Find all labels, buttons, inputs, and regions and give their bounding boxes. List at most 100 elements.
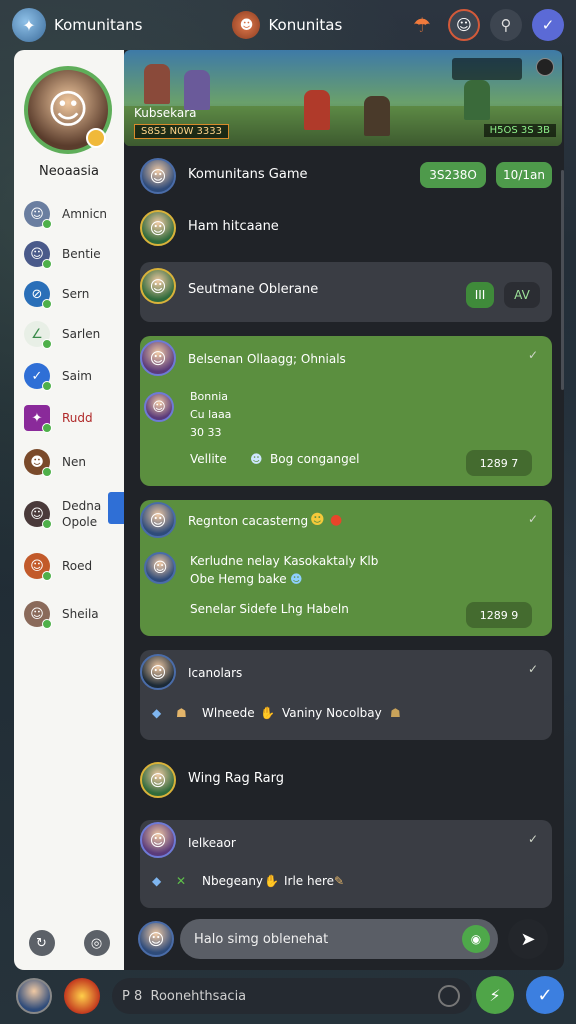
- sidebar-item-roed[interactable]: ☺ Roed: [24, 548, 120, 584]
- mushroom-icon[interactable]: ☂: [406, 9, 438, 41]
- profile-name: Neoaasia: [39, 164, 99, 179]
- avatar: ☺: [138, 921, 174, 957]
- sword-icon: ✕: [176, 874, 187, 888]
- sidebar-item-sheila[interactable]: ☺ Sheila: [24, 596, 120, 632]
- target-icon[interactable]: [438, 985, 460, 1007]
- sidebar-item-nen[interactable]: ☻ Nen: [24, 444, 120, 480]
- chevron-down-icon[interactable]: ✓: [528, 832, 538, 846]
- community-banner[interactable]: Kubsekara S8S3 N0W 3333 H5OS 3S 3B: [124, 50, 562, 146]
- message-card[interactable]: ☺ Ielkeaor ✓ ◆ ✕ Nbegeany ✋ Irle here ✎: [140, 820, 552, 908]
- banner-menu-icon[interactable]: [536, 58, 554, 76]
- avatar: ☺: [140, 158, 176, 194]
- avatar-icon: ☺: [24, 601, 52, 629]
- sidebar-item-sern[interactable]: ⊘ Sern: [24, 276, 120, 312]
- sidebar-item-label: Nen: [62, 455, 86, 469]
- sidebar-footer: ↻ ◎: [14, 916, 124, 970]
- avatar-icon: ☺: [24, 241, 52, 269]
- pause-pill[interactable]: III: [466, 282, 494, 308]
- bolt-button[interactable]: ⚡: [476, 976, 514, 1014]
- chat-icon[interactable]: ◎: [83, 930, 110, 956]
- message-title: Ielkeaor: [188, 836, 236, 850]
- top-bar: ✦ Komunitans ☻ Konunitas ☂ ☺ ⚲ ✓: [0, 0, 576, 50]
- shield-icon: ◆: [152, 874, 162, 888]
- sidebar-item-dedna[interactable]: ☺ Dedna Opole: [24, 490, 120, 538]
- online-pill[interactable]: 10/1an: [496, 162, 552, 188]
- list-item-title: Ham hitcaane: [188, 219, 279, 234]
- avatar: ☺: [140, 502, 176, 538]
- emoji-icon: ☻: [310, 512, 325, 528]
- app-logo-icon[interactable]: ✦: [12, 8, 46, 42]
- message-title: Belsenan Ollaagg; Ohnials: [188, 352, 346, 366]
- chevron-down-icon[interactable]: ✓: [528, 662, 538, 676]
- scrollbar[interactable]: [561, 170, 564, 390]
- community-logo-icon[interactable]: ☻: [232, 11, 261, 39]
- sidebar-item-label: Dedna Opole: [62, 499, 102, 529]
- banner-character: [184, 70, 210, 110]
- bottom-search-input[interactable]: [112, 978, 472, 1014]
- sidebar-item-label: Saim: [62, 369, 92, 383]
- check-icon[interactable]: ✓: [532, 9, 564, 41]
- list-item[interactable]: ☺ Wing Rag Rarg: [124, 760, 562, 800]
- message-card[interactable]: ☺ Regnton cacasterng ☻ ● ✓ ☺ Kerludne ne…: [140, 500, 552, 636]
- emoji-icon: ☻: [290, 572, 303, 586]
- confirm-button[interactable]: ✓: [526, 976, 564, 1014]
- emoji-icon: ✋: [260, 706, 275, 720]
- compass-icon: ⊘: [24, 281, 52, 309]
- sidebar-item-amnicn[interactable]: ☺ Amnicn: [24, 196, 120, 232]
- community-header-row[interactable]: ☺ Komunitans Game 3S238O 10/1an: [124, 156, 562, 196]
- message-input[interactable]: [180, 919, 498, 959]
- mic-icon[interactable]: ◉: [462, 925, 490, 953]
- banner-hud: [452, 58, 522, 80]
- message-caption: Vellite: [190, 452, 227, 466]
- community-title: Konunitas: [268, 16, 343, 34]
- avatar: ☺: [140, 762, 176, 798]
- list-item-title: Wing Rag Rarg: [188, 771, 284, 786]
- sidebar-item-label: Bentie: [62, 247, 101, 261]
- timestamp-badge: 1289 7: [466, 450, 532, 476]
- refresh-icon[interactable]: ↻: [28, 930, 55, 956]
- community-name: Komunitans Game: [188, 167, 308, 182]
- banner-title: Kubsekara: [134, 106, 197, 120]
- app-title: Komunitans: [54, 16, 143, 34]
- message-card[interactable]: ☺ Belsenan Ollaagg; Ohnials ✓ ☺ Bonnia C…: [140, 336, 552, 486]
- feather-icon: ✎: [334, 874, 345, 888]
- avatar: ☺: [140, 268, 176, 304]
- emoji-icon: ☻: [250, 452, 263, 466]
- avatar: ☺: [144, 552, 176, 584]
- sidebar-item-saim[interactable]: ✓ Saim: [24, 358, 120, 394]
- content-area: Kubsekara S8S3 N0W 3333 H5OS 3S 3B ☺ Kom…: [124, 50, 564, 970]
- collapse-sidebar-tab[interactable]: [108, 492, 124, 524]
- message-line: Nbegeany: [202, 874, 264, 888]
- send-button[interactable]: ➤: [508, 919, 548, 959]
- sidebar-item-label: Sern: [62, 287, 90, 301]
- explosion-icon[interactable]: [64, 978, 100, 1014]
- profile-avatar-icon[interactable]: ☺: [448, 9, 480, 41]
- message-card[interactable]: ☺ Icanolars ✓ ◆ ☗ Wlneede ✋ Vaniny Nocol…: [140, 650, 552, 740]
- sidebar-item-label: Amnicn: [62, 207, 108, 221]
- message-line: Vaniny Nocolbay: [282, 706, 382, 720]
- status-pill[interactable]: AV: [504, 282, 540, 308]
- creature-icon: ☻: [24, 449, 52, 477]
- list-item[interactable]: ☺ Ham hitcaane: [124, 208, 562, 248]
- emoji-icon: ✋: [264, 874, 279, 888]
- chevron-down-icon[interactable]: ✓: [528, 512, 538, 526]
- message-line: Bonnia: [190, 390, 229, 403]
- sidebar-item-sarlen[interactable]: ∠ Sarlen: [24, 316, 120, 352]
- sidebar-item-label: Rudd: [62, 411, 93, 425]
- sidebar-item-rudd[interactable]: ✦ Rudd: [24, 400, 120, 436]
- avatar: ☺: [144, 392, 174, 422]
- profile-badge-icon: [86, 128, 106, 148]
- sidebar-item-bentie[interactable]: ☺ Bentie: [24, 236, 120, 272]
- sidebar-item-label: Sarlen: [62, 327, 101, 341]
- banner-subtitle: S8S3 N0W 3333: [134, 124, 229, 139]
- channel-card[interactable]: ☺ Seutmane Oblerane III AV: [140, 262, 552, 322]
- message-composer: ☺ ◉ ➤: [124, 914, 562, 964]
- banner-stats: H5OS 3S 3B: [483, 124, 556, 137]
- message-line: Kerludne nelay Kasokaktaly Klb: [190, 554, 379, 568]
- members-pill[interactable]: 3S238O: [420, 162, 486, 188]
- user-avatar[interactable]: [16, 978, 52, 1014]
- item-icon: ☗: [176, 706, 187, 720]
- message-line: Wlneede: [202, 706, 255, 720]
- search-icon[interactable]: ⚲: [490, 9, 522, 41]
- chevron-down-icon[interactable]: ✓: [528, 348, 538, 362]
